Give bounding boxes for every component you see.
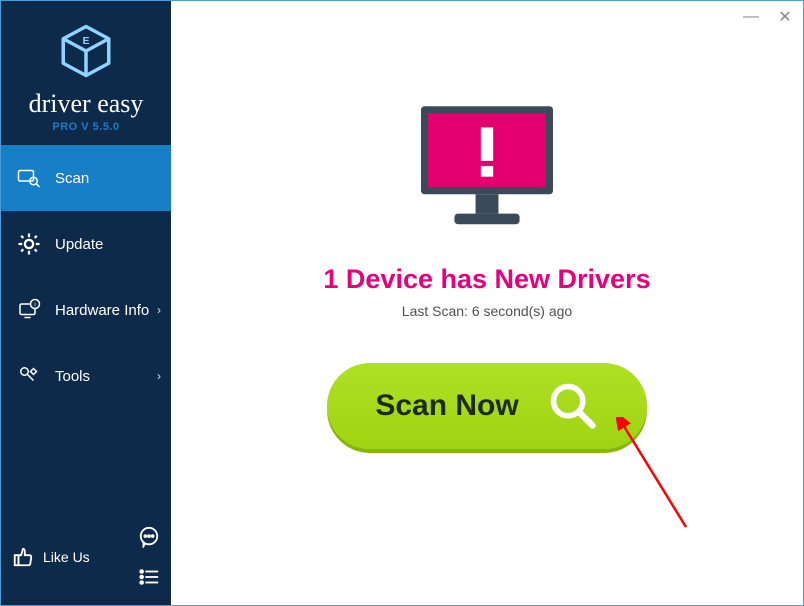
minimize-button[interactable]: — xyxy=(741,7,761,27)
menu-list-icon[interactable] xyxy=(137,565,161,589)
sidebar-item-hardware-info[interactable]: i Hardware Info › xyxy=(1,277,171,343)
last-scan-subline: Last Scan: 6 second(s) ago xyxy=(402,303,572,319)
scan-now-label: Scan Now xyxy=(375,389,518,423)
brand-wordmark: driver easy xyxy=(1,89,171,119)
close-button[interactable]: ✕ xyxy=(775,7,795,27)
sidebar-item-scan[interactable]: Scan xyxy=(1,145,171,211)
chevron-right-icon: › xyxy=(157,369,161,383)
brand-block: E driver easy PRO V 5.5.0 xyxy=(1,1,171,145)
svg-text:E: E xyxy=(82,35,89,47)
magnifier-icon xyxy=(547,380,599,432)
sidebar: E driver easy PRO V 5.5.0 Scan xyxy=(1,1,171,605)
logo-cube-icon: E xyxy=(58,23,114,79)
scan-magnifier-icon xyxy=(15,164,43,192)
chevron-right-icon: › xyxy=(157,303,161,317)
like-us-button[interactable]: Like Us xyxy=(11,545,90,569)
tools-icon xyxy=(15,362,43,390)
alert-monitor-icon xyxy=(412,101,562,238)
svg-text:i: i xyxy=(34,302,35,308)
sidebar-item-label: Scan xyxy=(55,170,89,187)
sidebar-item-label: Hardware Info xyxy=(55,302,149,319)
sidebar-item-tools[interactable]: Tools › xyxy=(1,343,171,409)
hardware-info-icon: i xyxy=(15,296,43,324)
like-us-label: Like Us xyxy=(43,549,90,565)
scan-now-button[interactable]: Scan Now xyxy=(327,363,647,449)
app-window: E driver easy PRO V 5.5.0 Scan xyxy=(0,0,804,606)
main-panel: — ✕ 1 Device has New Drivers Last Scan: … xyxy=(171,1,803,605)
update-gear-icon xyxy=(15,230,43,258)
scan-panel: 1 Device has New Drivers Last Scan: 6 se… xyxy=(171,1,803,449)
window-controls: — ✕ xyxy=(741,7,795,27)
brand-tagline: PRO V 5.5.0 xyxy=(1,121,171,133)
thumbs-up-icon xyxy=(11,545,35,569)
sidebar-item-label: Update xyxy=(55,236,103,253)
sidebar-footer: Like Us xyxy=(1,515,171,605)
feedback-chat-icon[interactable] xyxy=(137,525,161,549)
sidebar-nav: Scan Update xyxy=(1,145,171,515)
sidebar-item-label: Tools xyxy=(55,368,90,385)
sidebar-item-update[interactable]: Update xyxy=(1,211,171,277)
scan-result-headline: 1 Device has New Drivers xyxy=(323,264,650,295)
